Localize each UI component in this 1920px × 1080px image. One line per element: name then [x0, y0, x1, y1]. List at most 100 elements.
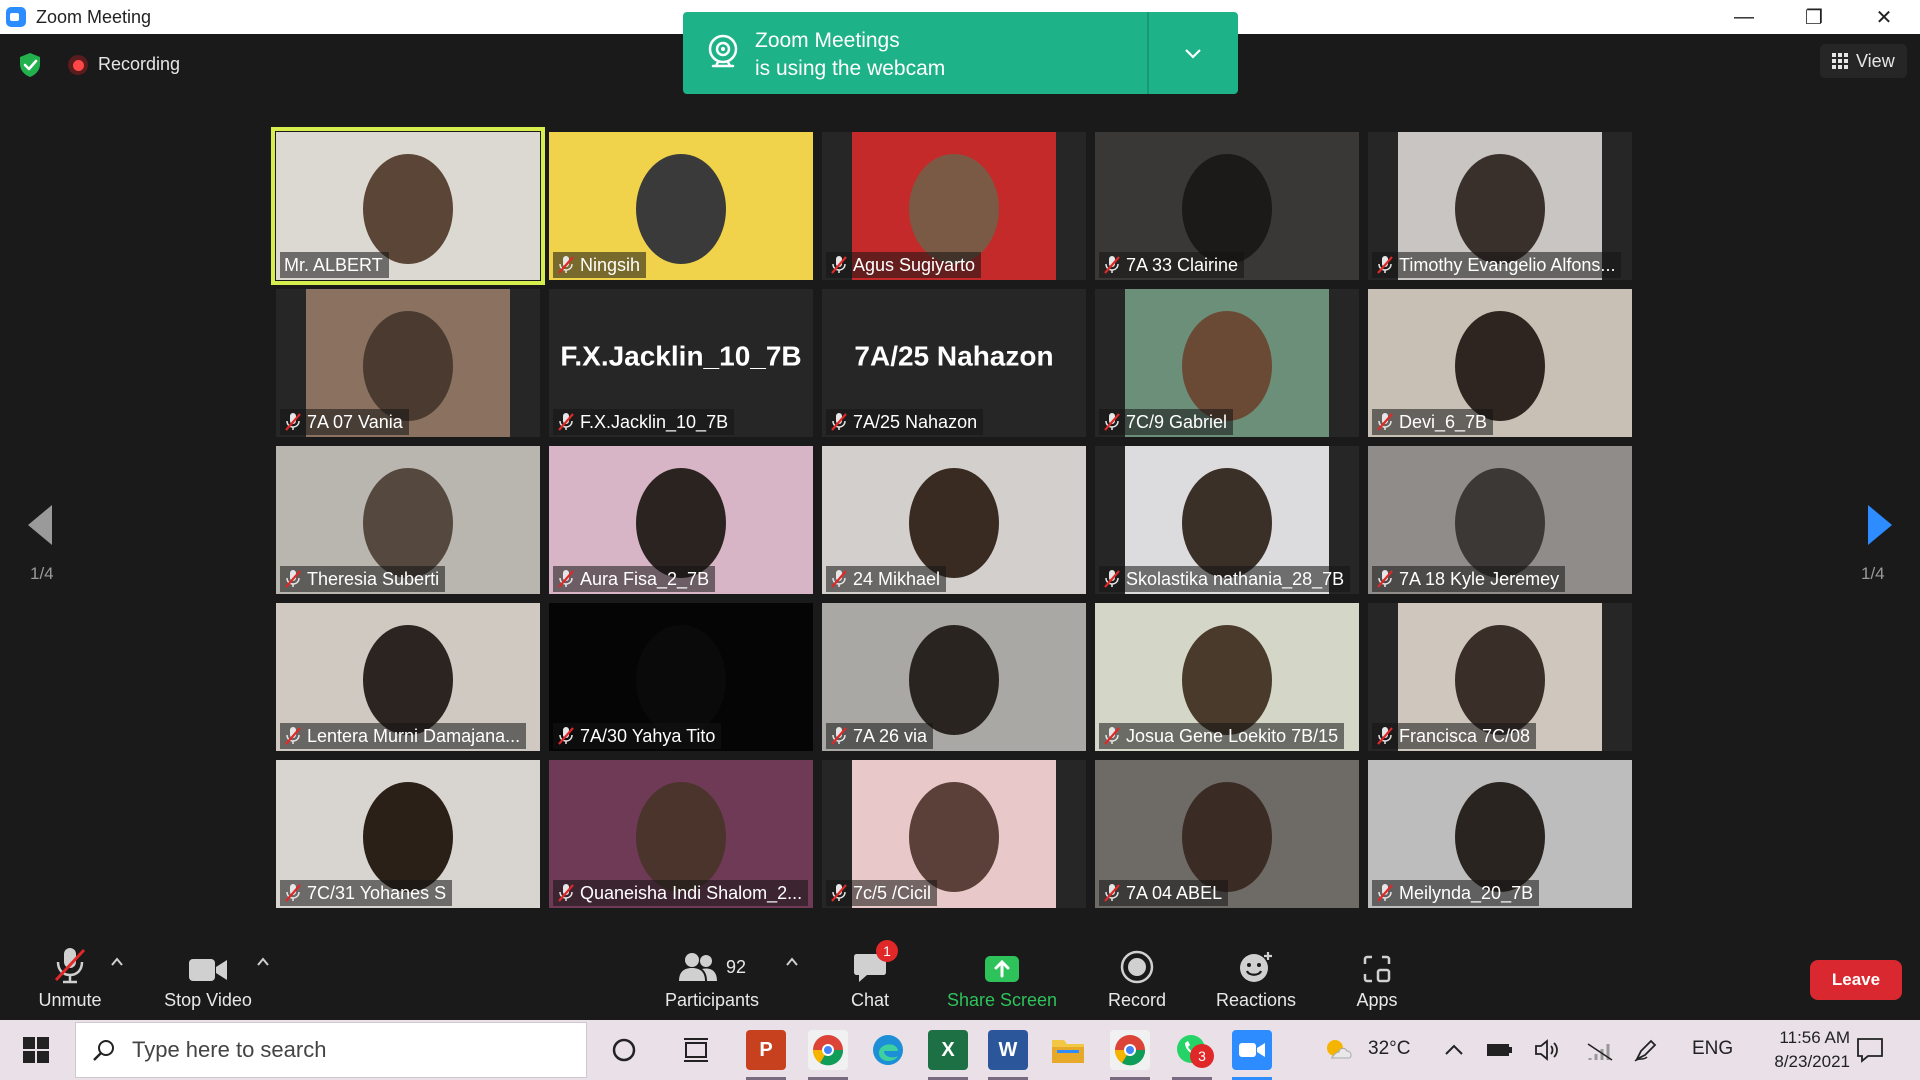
participant-tile[interactable]: 7c/5 /Cicil — [822, 760, 1086, 908]
unmute-button[interactable]: Unmute — [30, 940, 110, 1020]
reactions-button[interactable]: Reactions — [1208, 940, 1304, 1020]
participant-name: 7c/5 /Cicil — [853, 882, 932, 903]
participant-tile[interactable]: 7A 26 via — [822, 603, 1086, 751]
close-button[interactable]: ✕ — [1856, 0, 1912, 34]
security-shield-icon[interactable] — [18, 52, 42, 78]
share-screen-button[interactable]: Share Screen — [944, 940, 1060, 1020]
taskbar-clock[interactable]: 11:56 AM 8/23/2021 — [1720, 1026, 1850, 1074]
notifications-icon[interactable] — [1852, 1032, 1888, 1068]
participant-name: 7C/9 Gabriel — [1126, 411, 1228, 432]
network-wifi-icon[interactable] — [1582, 1032, 1618, 1068]
participant-silhouette — [1455, 468, 1545, 578]
participants-button[interactable]: 92 Participants — [652, 940, 772, 1020]
participant-tile[interactable]: Timothy Evangelio Alfons... — [1368, 132, 1632, 280]
previous-page-arrow-icon[interactable] — [26, 505, 56, 545]
microphone-muted-icon — [831, 884, 847, 902]
view-button[interactable]: View — [1820, 44, 1907, 78]
participant-tile[interactable]: 7C/31 Yohanes S — [276, 760, 540, 908]
participant-tile[interactable]: Meilynda_20_7B — [1368, 760, 1632, 908]
participant-name-label: 7C/9 Gabriel — [1099, 409, 1234, 435]
microphone-muted-icon — [558, 256, 574, 274]
participant-silhouette — [1455, 154, 1545, 264]
task-view-icon[interactable] — [678, 1032, 714, 1068]
participant-tile[interactable]: Lentera Murni Damajana... — [276, 603, 540, 751]
participant-tile[interactable]: 7C/9 Gabriel — [1095, 289, 1359, 437]
record-icon — [1120, 950, 1154, 984]
participant-silhouette — [363, 625, 453, 735]
stop-video-button[interactable]: Stop Video — [160, 940, 256, 1020]
battery-icon[interactable] — [1482, 1032, 1518, 1068]
chrome-second-profile-app-icon[interactable] — [1110, 1030, 1150, 1070]
microphone-muted-icon — [54, 948, 86, 984]
participant-tile[interactable]: Theresia Suberti — [276, 446, 540, 594]
edge-app-icon[interactable] — [868, 1030, 908, 1070]
grid-view-icon — [1832, 53, 1848, 69]
participant-tile[interactable]: Devi_6_7B — [1368, 289, 1632, 437]
view-button-label: View — [1856, 50, 1895, 71]
reactions-label: Reactions — [1215, 990, 1297, 1010]
taskbar-search-box[interactable]: Type here to search — [75, 1022, 587, 1078]
participant-silhouette — [636, 468, 726, 578]
participant-silhouette — [1182, 154, 1272, 264]
participants-options-chevron-up-icon[interactable] — [784, 954, 800, 970]
participant-name-label: F.X.Jacklin_10_7B — [553, 409, 735, 435]
participant-name: 7A 04 ABEL — [1126, 882, 1223, 903]
participant-silhouette — [636, 782, 726, 892]
volume-icon[interactable] — [1530, 1032, 1566, 1068]
participant-tile[interactable]: Quaneisha Indi Shalom_2... — [549, 760, 813, 908]
clock-time: 11:56 AM — [1779, 1028, 1850, 1047]
file-explorer-icon[interactable] — [1048, 1030, 1088, 1070]
participant-name-label: Theresia Suberti — [280, 566, 446, 592]
word-app-icon[interactable]: W — [988, 1030, 1028, 1070]
audio-options-chevron-up-icon[interactable] — [109, 954, 125, 970]
restore-button[interactable]: ❐ — [1786, 0, 1842, 34]
show-hidden-icons-chevron-up-icon[interactable] — [1436, 1032, 1472, 1068]
cortana-circle-icon[interactable] — [606, 1032, 642, 1068]
weather-icon[interactable] — [1320, 1032, 1356, 1068]
record-label: Record — [1107, 990, 1167, 1010]
participant-name-label: 7A/25 Nahazon — [826, 409, 984, 435]
powerpoint-app-icon[interactable]: P — [746, 1030, 786, 1070]
participant-display-name: 7A/25 Nahazon — [854, 340, 1054, 372]
webcam-notification[interactable]: Zoom Meetings is using the webcam — [683, 12, 1238, 94]
excel-app-icon[interactable]: X — [928, 1030, 968, 1070]
video-options-chevron-up-icon[interactable] — [255, 954, 271, 970]
participant-tile[interactable]: Ningsih — [549, 132, 813, 280]
participant-tile[interactable]: Josua Gene Loekito 7B/15 — [1095, 603, 1359, 751]
pen-workspace-icon[interactable] — [1628, 1032, 1664, 1068]
participant-tile[interactable]: Agus Sugiyarto — [822, 132, 1086, 280]
participant-tile[interactable]: Skolastika nathania_28_7B — [1095, 446, 1359, 594]
participant-tile[interactable]: F.X.Jacklin_10_7B F.X.Jacklin_10_7B — [549, 289, 813, 437]
record-button[interactable]: Record — [1100, 940, 1174, 1020]
participant-tile[interactable]: 7A 33 Clairine — [1095, 132, 1359, 280]
participant-tile[interactable]: 7A 18 Kyle Jeremey — [1368, 446, 1632, 594]
windows-taskbar: Type here to search P X W 3 32°C ENG 11:… — [0, 1020, 1920, 1080]
apps-icon — [1363, 955, 1391, 983]
participant-name: Agus Sugiyarto — [853, 254, 976, 275]
participant-name: Meilynda_20_7B — [1399, 882, 1534, 903]
participant-name-label: Mr. ALBERT — [280, 252, 389, 278]
participant-tile[interactable]: 24 Mikhael — [822, 446, 1086, 594]
next-page-arrow-icon[interactable] — [1864, 505, 1894, 545]
participant-tile[interactable]: Mr. ALBERT — [271, 127, 545, 285]
chat-button[interactable]: Chat 1 — [838, 940, 902, 1020]
start-button[interactable] — [12, 1032, 60, 1068]
participant-name-label: Timothy Evangelio Alfons... — [1372, 252, 1622, 278]
chrome-profile-app-icon[interactable] — [808, 1030, 848, 1070]
minimize-button[interactable]: — — [1716, 0, 1772, 34]
microphone-muted-icon — [1104, 570, 1120, 588]
leave-button[interactable]: Leave — [1810, 960, 1902, 1000]
participant-tile[interactable]: Francisca 7C/08 — [1368, 603, 1632, 751]
participant-name: Lentera Murni Damajana... — [307, 725, 521, 746]
zoom-taskbar-icon[interactable] — [1232, 1030, 1272, 1070]
participant-tile[interactable]: 7A/25 Nahazon 7A/25 Nahazon — [822, 289, 1086, 437]
apps-button[interactable]: Apps — [1346, 940, 1408, 1020]
participant-tile[interactable]: Aura Fisa_2_7B — [549, 446, 813, 594]
participant-silhouette — [363, 468, 453, 578]
participant-tile[interactable]: 7A/30 Yahya Tito — [549, 603, 813, 751]
participant-name: Ningsih — [580, 254, 641, 275]
participant-tile[interactable]: 7A 04 ABEL — [1095, 760, 1359, 908]
participant-tile[interactable]: 7A 07 Vania — [276, 289, 540, 437]
notification-expand-button[interactable] — [1173, 34, 1213, 74]
microphone-muted-icon — [558, 413, 574, 431]
